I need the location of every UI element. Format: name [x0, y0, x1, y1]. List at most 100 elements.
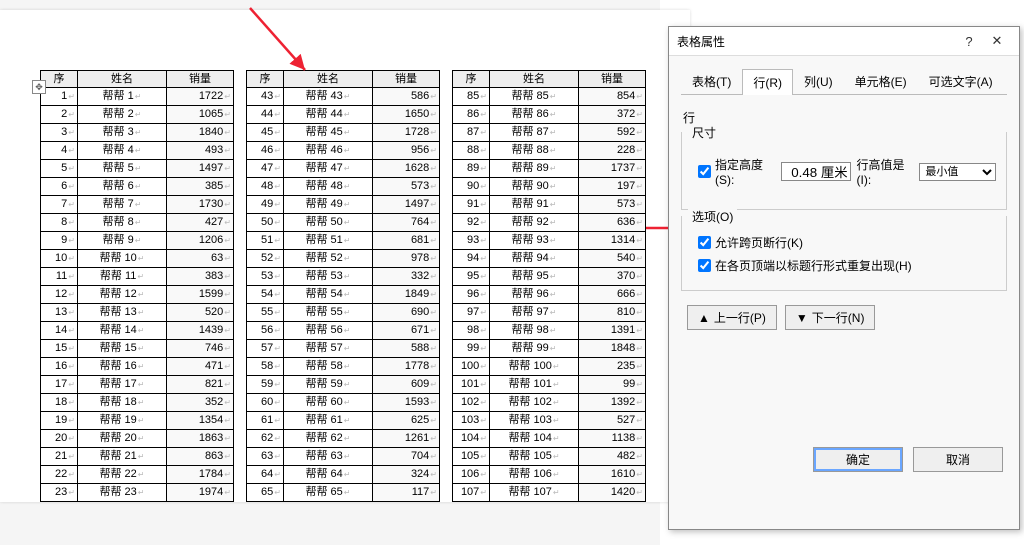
tab-3[interactable]: 单元格(E)	[844, 68, 918, 94]
table-row[interactable]: 50↵帮帮 50↵764↵	[247, 214, 440, 232]
table-row[interactable]: 49↵帮帮 49↵1497↵	[247, 196, 440, 214]
table-row[interactable]: 93↵帮帮 93↵1314↵	[453, 232, 646, 250]
table-row[interactable]: 19↵帮帮 19↵1354↵	[41, 412, 234, 430]
table-row[interactable]: 44↵帮帮 44↵1650↵	[247, 106, 440, 124]
table-row[interactable]: 20↵帮帮 20↵1863↵	[41, 430, 234, 448]
table-row[interactable]: 86↵帮帮 86↵372↵	[453, 106, 646, 124]
table-row[interactable]: 63↵帮帮 63↵704↵	[247, 448, 440, 466]
cancel-button[interactable]: 取消	[913, 447, 1003, 472]
sales-cell: 370↵	[579, 268, 646, 286]
idx-cell: 48↵	[247, 178, 284, 196]
table-row[interactable]: 94↵帮帮 94↵540↵	[453, 250, 646, 268]
next-row-button[interactable]: ▼下一行(N)	[785, 305, 876, 330]
table-row[interactable]: 14↵帮帮 14↵1439↵	[41, 322, 234, 340]
table-row[interactable]: 65↵帮帮 65↵117↵	[247, 484, 440, 502]
table-row[interactable]: 22↵帮帮 22↵1784↵	[41, 466, 234, 484]
table-row[interactable]: 90↵帮帮 90↵197↵	[453, 178, 646, 196]
close-button[interactable]: ✕	[983, 33, 1011, 49]
table-anchor-icon[interactable]: ✥	[32, 80, 46, 94]
tab-4[interactable]: 可选文字(A)	[918, 68, 1004, 94]
idx-cell: 18↵	[41, 394, 78, 412]
table-row[interactable]: 23↵帮帮 23↵1974↵	[41, 484, 234, 502]
table-row[interactable]: 18↵帮帮 18↵352↵	[41, 394, 234, 412]
table-row[interactable]: 5↵帮帮 5↵1497↵	[41, 160, 234, 178]
table-row[interactable]: 45↵帮帮 45↵1728↵	[247, 124, 440, 142]
table-row[interactable]: 1↵帮帮 1↵1722↵	[41, 88, 234, 106]
table-row[interactable]: 101↵帮帮 101↵99↵	[453, 376, 646, 394]
specify-height-checkbox[interactable]: 指定高度(S):	[698, 156, 775, 187]
table-row[interactable]: 6↵帮帮 6↵385↵	[41, 178, 234, 196]
data-table[interactable]: 序姓名销量1↵帮帮 1↵1722↵2↵帮帮 2↵1065↵3↵帮帮 3↵1840…	[40, 70, 234, 502]
table-row[interactable]: 55↵帮帮 55↵690↵	[247, 304, 440, 322]
table-row[interactable]: 103↵帮帮 103↵527↵	[453, 412, 646, 430]
table-row[interactable]: 9↵帮帮 9↵1206↵	[41, 232, 234, 250]
table-row[interactable]: 59↵帮帮 59↵609↵	[247, 376, 440, 394]
table-row[interactable]: 2↵帮帮 2↵1065↵	[41, 106, 234, 124]
table-row[interactable]: 87↵帮帮 87↵592↵	[453, 124, 646, 142]
table-row[interactable]: 105↵帮帮 105↵482↵	[453, 448, 646, 466]
table-row[interactable]: 58↵帮帮 58↵1778↵	[247, 358, 440, 376]
table-row[interactable]: 53↵帮帮 53↵332↵	[247, 268, 440, 286]
table-row[interactable]: 64↵帮帮 64↵324↵	[247, 466, 440, 484]
allow-break-checkbox[interactable]: 允许跨页断行(K)	[698, 234, 996, 251]
idx-cell: 6↵	[41, 178, 78, 196]
table-row[interactable]: 91↵帮帮 91↵573↵	[453, 196, 646, 214]
height-input[interactable]	[781, 162, 851, 181]
table-row[interactable]: 89↵帮帮 89↵1737↵	[453, 160, 646, 178]
table-row[interactable]: 12↵帮帮 12↵1599↵	[41, 286, 234, 304]
table-row[interactable]: 46↵帮帮 46↵956↵	[247, 142, 440, 160]
table-properties-dialog: 表格属性 ? ✕ 表格(T)行(R)列(U)单元格(E)可选文字(A) 行 尺寸…	[668, 26, 1020, 530]
tab-0[interactable]: 表格(T)	[681, 68, 742, 94]
dialog-titlebar: 表格属性 ? ✕	[669, 27, 1019, 56]
help-button[interactable]: ?	[955, 34, 983, 49]
tab-1[interactable]: 行(R)	[742, 69, 793, 95]
table-row[interactable]: 48↵帮帮 48↵573↵	[247, 178, 440, 196]
table-row[interactable]: 51↵帮帮 51↵681↵	[247, 232, 440, 250]
row-height-select[interactable]: 最小值	[919, 163, 996, 181]
table-row[interactable]: 96↵帮帮 96↵666↵	[453, 286, 646, 304]
table-row[interactable]: 62↵帮帮 62↵1261↵	[247, 430, 440, 448]
table-row[interactable]: 13↵帮帮 13↵520↵	[41, 304, 234, 322]
table-row[interactable]: 98↵帮帮 98↵1391↵	[453, 322, 646, 340]
table-row[interactable]: 21↵帮帮 21↵863↵	[41, 448, 234, 466]
table-row[interactable]: 52↵帮帮 52↵978↵	[247, 250, 440, 268]
table-row[interactable]: 85↵帮帮 85↵854↵	[453, 88, 646, 106]
table-row[interactable]: 88↵帮帮 88↵228↵	[453, 142, 646, 160]
table-row[interactable]: 17↵帮帮 17↵821↵	[41, 376, 234, 394]
ok-button[interactable]: 确定	[813, 447, 903, 472]
prev-row-button[interactable]: ▲上一行(P)	[687, 305, 777, 330]
sales-cell: 1392↵	[579, 394, 646, 412]
table-row[interactable]: 102↵帮帮 102↵1392↵	[453, 394, 646, 412]
table-row[interactable]: 104↵帮帮 104↵1138↵	[453, 430, 646, 448]
table-row[interactable]: 107↵帮帮 107↵1420↵	[453, 484, 646, 502]
table-row[interactable]: 10↵帮帮 10↵63↵	[41, 250, 234, 268]
sales-cell: 681↵	[373, 232, 440, 250]
sales-cell: 540↵	[579, 250, 646, 268]
table-row[interactable]: 43↵帮帮 43↵586↵	[247, 88, 440, 106]
table-row[interactable]: 16↵帮帮 16↵471↵	[41, 358, 234, 376]
table-row[interactable]: 99↵帮帮 99↵1848↵	[453, 340, 646, 358]
data-table[interactable]: 序姓名销量43↵帮帮 43↵586↵44↵帮帮 44↵1650↵45↵帮帮 45…	[246, 70, 440, 502]
table-row[interactable]: 100↵帮帮 100↵235↵	[453, 358, 646, 376]
tab-2[interactable]: 列(U)	[793, 68, 844, 94]
table-row[interactable]: 4↵帮帮 4↵493↵	[41, 142, 234, 160]
table-row[interactable]: 8↵帮帮 8↵427↵	[41, 214, 234, 232]
table-row[interactable]: 60↵帮帮 60↵1593↵	[247, 394, 440, 412]
table-row[interactable]: 7↵帮帮 7↵1730↵	[41, 196, 234, 214]
repeat-header-checkbox[interactable]: 在各页顶端以标题行形式重复出现(H)	[698, 257, 996, 274]
table-row[interactable]: 106↵帮帮 106↵1610↵	[453, 466, 646, 484]
table-row[interactable]: 95↵帮帮 95↵370↵	[453, 268, 646, 286]
table-row[interactable]: 61↵帮帮 61↵625↵	[247, 412, 440, 430]
table-row[interactable]: 47↵帮帮 47↵1628↵	[247, 160, 440, 178]
table-row[interactable]: 97↵帮帮 97↵810↵	[453, 304, 646, 322]
data-table[interactable]: 序姓名销量85↵帮帮 85↵854↵86↵帮帮 86↵372↵87↵帮帮 87↵…	[452, 70, 646, 502]
table-row[interactable]: 92↵帮帮 92↵636↵	[453, 214, 646, 232]
table-row[interactable]: 56↵帮帮 56↵671↵	[247, 322, 440, 340]
row-height-is-label: 行高值是(I):	[857, 156, 914, 187]
table-row[interactable]: 3↵帮帮 3↵1840↵	[41, 124, 234, 142]
table-row[interactable]: 57↵帮帮 57↵588↵	[247, 340, 440, 358]
table-row[interactable]: 54↵帮帮 54↵1849↵	[247, 286, 440, 304]
table-row[interactable]: 11↵帮帮 11↵383↵	[41, 268, 234, 286]
table-row[interactable]: 15↵帮帮 15↵746↵	[41, 340, 234, 358]
table-header-cell: 序	[41, 71, 78, 88]
